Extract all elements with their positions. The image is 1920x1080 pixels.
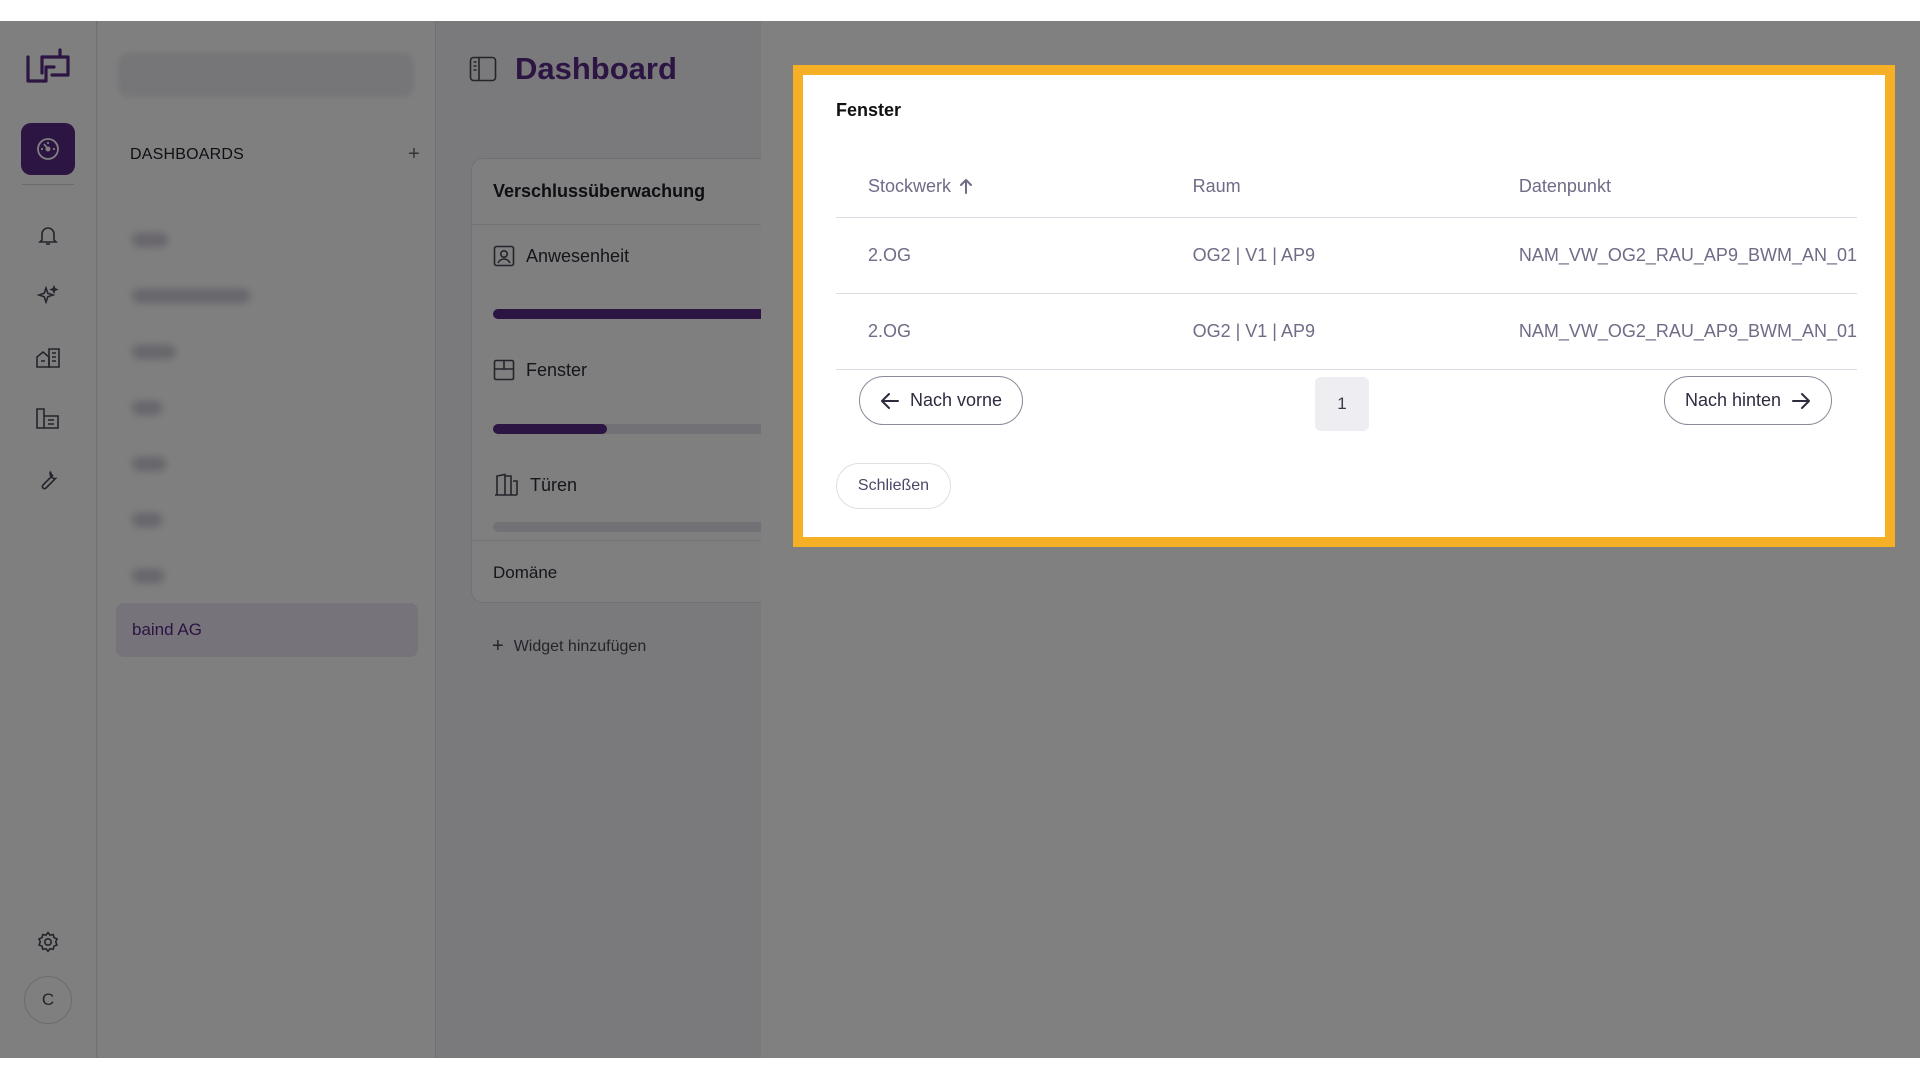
next-page-button[interactable]: Nach hinten [1664, 376, 1833, 425]
cell-room: OG2 | V1 | AP9 [1160, 293, 1487, 370]
modal-highlight-frame: Fenster Stockwerk Raum Datenpunkt 2.OG O… [793, 65, 1895, 547]
column-header-room[interactable]: Raum [1160, 157, 1487, 218]
windows-detail-modal: Fenster Stockwerk Raum Datenpunkt 2.OG O… [803, 75, 1885, 537]
next-page-label: Nach hinten [1685, 390, 1782, 410]
cell-room: OG2 | V1 | AP9 [1160, 217, 1487, 294]
cell-datapoint: NAM_VW_OG2_RAU_AP9_BWM_AN_01 [1486, 217, 1857, 294]
column-header-datapoint[interactable]: Datenpunkt [1486, 157, 1857, 218]
column-header-floor-label: Stockwerk [868, 176, 952, 197]
previous-page-button[interactable]: Nach vorne [859, 376, 1024, 425]
arrow-right-icon [1792, 392, 1811, 409]
cell-floor: 2.OG [836, 293, 1161, 370]
column-header-floor[interactable]: Stockwerk [836, 157, 1161, 218]
table-header-row: Stockwerk Raum Datenpunkt [836, 157, 1857, 218]
app-window: C DASHBOARDS + baind AG Dashboard Versch… [0, 21, 1920, 1058]
windows-table: Stockwerk Raum Datenpunkt 2.OG OG2 | V1 … [836, 157, 1857, 370]
previous-page-label: Nach vorne [910, 390, 1003, 410]
table-row[interactable]: 2.OG OG2 | V1 | AP9 NAM_VW_OG2_RAU_AP9_B… [836, 293, 1857, 370]
arrow-left-icon [881, 392, 899, 409]
current-page-number[interactable]: 1 [1315, 377, 1369, 431]
sort-ascending-icon [960, 179, 973, 195]
cell-floor: 2.OG [836, 217, 1161, 294]
cell-datapoint: NAM_VW_OG2_RAU_AP9_BWM_AN_01 [1486, 293, 1857, 370]
modal-title: Fenster [836, 100, 902, 120]
close-button[interactable]: Schließen [836, 463, 951, 509]
table-row[interactable]: 2.OG OG2 | V1 | AP9 NAM_VW_OG2_RAU_AP9_B… [836, 217, 1857, 294]
